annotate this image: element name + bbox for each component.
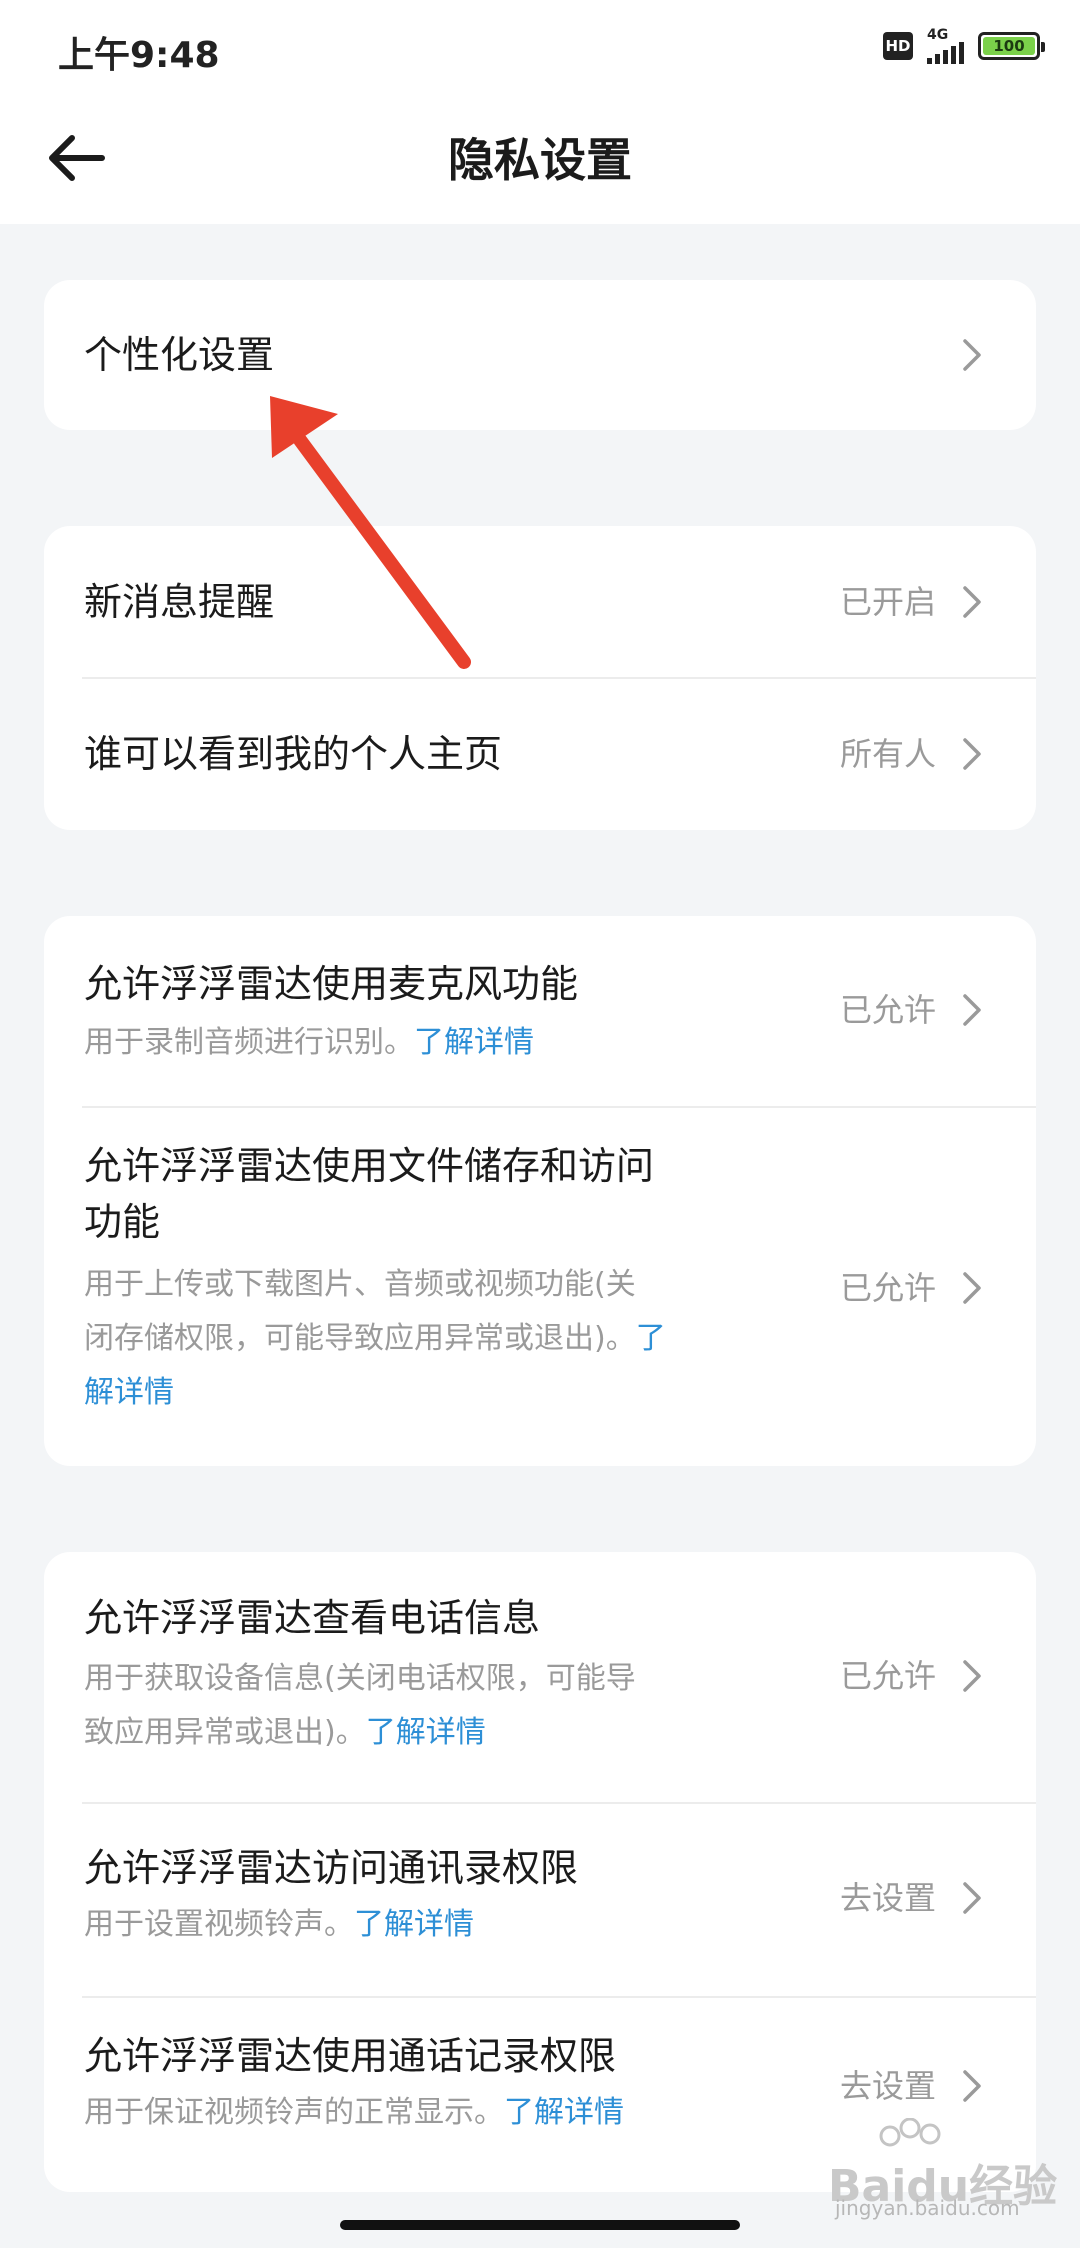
hd-icon: HD bbox=[883, 32, 913, 60]
nav-bar: 隐私设置 bbox=[0, 96, 1080, 224]
chevron-right-icon bbox=[963, 1272, 981, 1304]
learn-more-link[interactable]: 了解详情 bbox=[354, 1907, 474, 1942]
row-title: 个性化设置 bbox=[84, 333, 275, 377]
signal-icon: 4G bbox=[927, 28, 964, 64]
row-title: 允许浮浮雷达访问通讯录权限 bbox=[84, 1846, 579, 1890]
row-value: 已开启 bbox=[839, 583, 936, 621]
row-description: 用于录制音频进行识别。了解详情 bbox=[84, 1025, 534, 1060]
row-title: 新消息提醒 bbox=[84, 580, 275, 624]
chevron-right-icon bbox=[963, 586, 981, 618]
learn-more-link[interactable]: 了解详情 bbox=[366, 1715, 486, 1750]
row-value: 已允许 bbox=[839, 991, 936, 1029]
row-title: 允许浮浮雷达查看电话信息 bbox=[84, 1596, 541, 1640]
learn-more-link[interactable]: 了解详情 bbox=[504, 2095, 624, 2130]
settings-group-personalization: 个性化设置 bbox=[44, 280, 1036, 430]
settings-group-messages: 新消息提醒 已开启 谁可以看到我的个人主页 所有人 bbox=[44, 526, 1036, 830]
row-description: 用于设置视频铃声。了解详情 bbox=[84, 1907, 474, 1942]
chevron-right-icon bbox=[963, 994, 981, 1026]
row-personalization[interactable]: 个性化设置 bbox=[44, 280, 1036, 430]
network-type: 4G bbox=[927, 27, 949, 43]
row-microphone-permission[interactable]: 允许浮浮雷达使用麦克风功能 用于录制音频进行识别。了解详情 已允许 bbox=[44, 916, 1036, 1106]
status-bar: 上午9:48 HD 4G 100 bbox=[0, 0, 1080, 96]
row-value: 已允许 bbox=[839, 1269, 936, 1307]
row-profile-visibility[interactable]: 谁可以看到我的个人主页 所有人 bbox=[44, 678, 1036, 830]
watermark-site: jingyan.baidu.com bbox=[835, 2196, 1020, 2220]
row-storage-permission[interactable]: 允许浮浮雷达使用文件储存和访问 功能 用于上传或下载图片、音频或视频功能(关 闭存储… bbox=[44, 1108, 1036, 1466]
chevron-right-icon bbox=[963, 339, 981, 371]
row-description: 用于获取设备信息(关闭电话权限，可能导 致应用异常或退出)。了解详情 bbox=[84, 1661, 636, 1750]
row-description: 用于保证视频铃声的正常显示。了解详情 bbox=[84, 2095, 624, 2130]
page-title: 隐私设置 bbox=[448, 133, 632, 187]
home-indicator[interactable] bbox=[340, 2220, 740, 2230]
chevron-right-icon bbox=[963, 2070, 981, 2102]
battery-icon: 100 bbox=[978, 32, 1045, 60]
settings-group-phone-permissions: 允许浮浮雷达查看电话信息 用于获取设备信息(关闭电话权限，可能导 致应用异常或退出… bbox=[44, 1552, 1036, 2192]
battery-level: 100 bbox=[983, 37, 1035, 55]
row-title: 允许浮浮雷达使用通话记录权限 bbox=[84, 2034, 617, 2078]
learn-more-link[interactable]: 了 bbox=[636, 1321, 666, 1356]
chevron-right-icon bbox=[963, 1660, 981, 1692]
status-time: 上午9:48 bbox=[58, 35, 220, 76]
row-new-message-alert[interactable]: 新消息提醒 已开启 bbox=[44, 526, 1036, 678]
chevron-right-icon bbox=[963, 1882, 981, 1914]
chevron-right-icon bbox=[963, 738, 981, 770]
learn-more-link[interactable]: 了解详情 bbox=[414, 1025, 534, 1060]
row-title: 允许浮浮雷达使用文件储存和访问 功能 bbox=[84, 1144, 655, 1244]
row-phone-info-permission[interactable]: 允许浮浮雷达查看电话信息 用于获取设备信息(关闭电话权限，可能导 致应用异常或退出… bbox=[44, 1552, 1036, 1802]
row-value: 已允许 bbox=[839, 1657, 936, 1695]
row-value: 去设置 bbox=[839, 1879, 936, 1917]
row-value: 去设置 bbox=[839, 2067, 936, 2105]
row-contacts-permission[interactable]: 允许浮浮雷达访问通讯录权限 用于设置视频铃声。了解详情 去设置 bbox=[44, 1804, 1036, 1996]
row-title: 允许浮浮雷达使用麦克风功能 bbox=[84, 962, 579, 1006]
row-value: 所有人 bbox=[839, 735, 936, 773]
status-icons: HD 4G 100 bbox=[883, 28, 1045, 64]
settings-group-media-permissions: 允许浮浮雷达使用麦克风功能 用于录制音频进行识别。了解详情 已允许 允许浮浮雷达… bbox=[44, 916, 1036, 1466]
learn-more-link[interactable]: 解详情 bbox=[84, 1375, 174, 1410]
row-description: 用于上传或下载图片、音频或视频功能(关 闭存储权限，可能导致应用异常或退出)。了解… bbox=[84, 1267, 666, 1410]
row-title: 谁可以看到我的个人主页 bbox=[84, 732, 503, 776]
